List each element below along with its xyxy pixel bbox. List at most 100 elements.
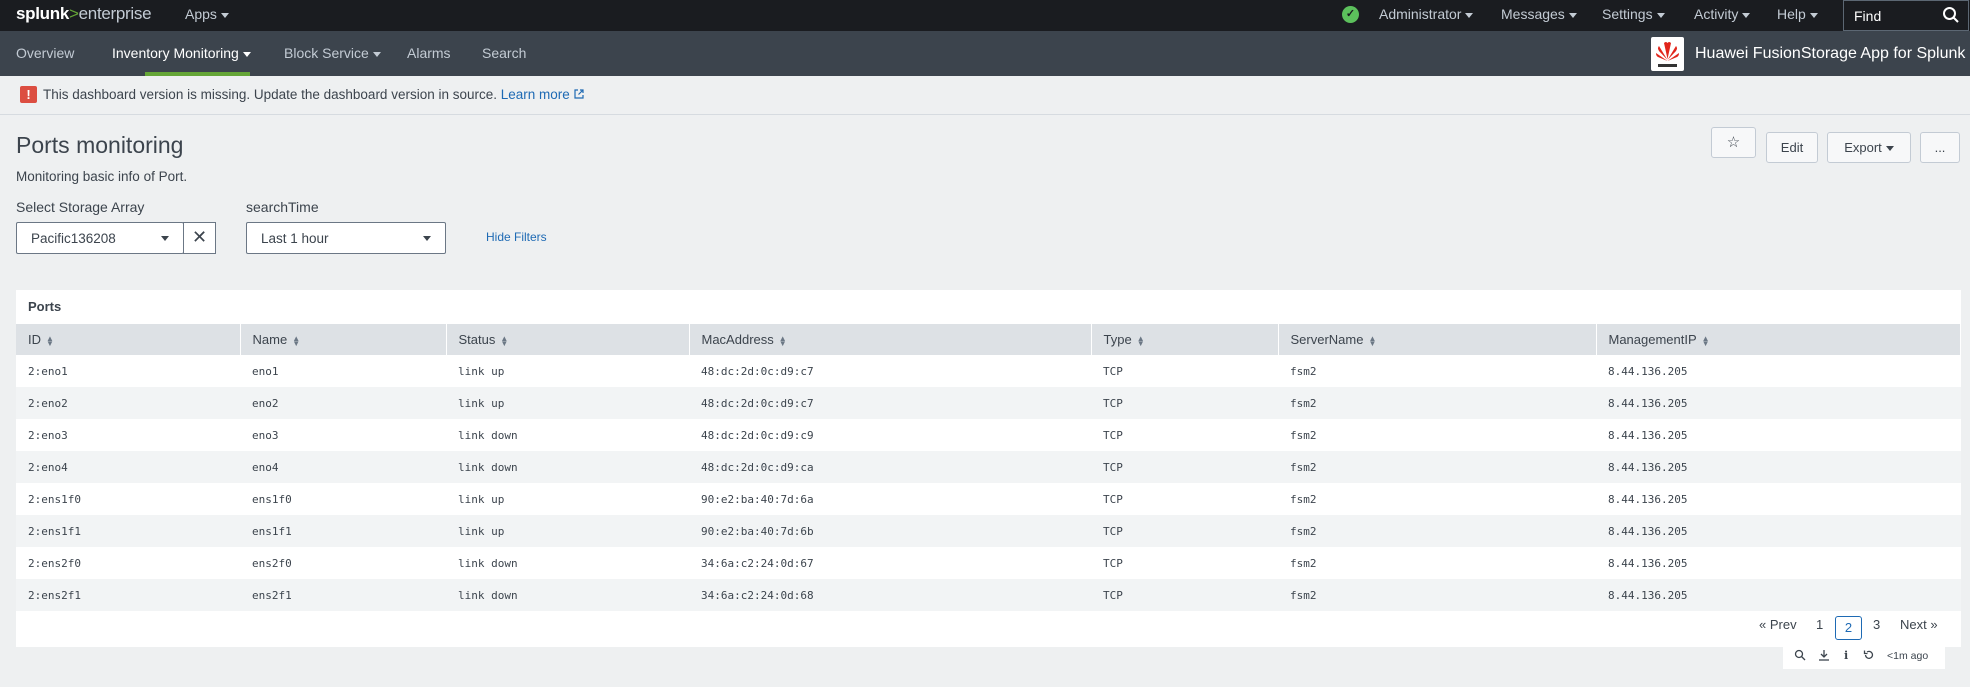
menu-administrator[interactable]: Administrator [1379,6,1474,22]
table-cell: 8.44.136.205 [1608,492,1688,506]
active-nav-indicator [145,72,250,76]
pagination-prev[interactable]: « Prev [1759,617,1797,632]
sort-icon: ▲ ▼ [1701,333,1710,348]
table-row[interactable]: 2:eno3 eno3 link down 48:dc:2d:0c:d9:c9 TCP f… [16,419,1961,451]
table-row[interactable]: 2:ens2f1 ens2f1 link down 34:6a:c2:24:0d:68… [16,579,1961,611]
table-row[interactable]: 2:ens1f1 ens1f1 link up 90:e2:ba:40:7d:6b TC… [16,515,1961,547]
table-cell: link up [446,515,689,547]
table-cell: TCP [1091,579,1278,611]
refresh-icon[interactable] [1863,649,1875,661]
search-time-label: searchTime [246,199,319,215]
chevron-down-icon [220,12,229,18]
apps-menu-label: Apps [185,6,217,22]
table-cell: link down [446,451,689,483]
menu-activity[interactable]: Activity [1694,6,1751,22]
column-label: Name [252,332,288,347]
chevron-down-icon [372,51,381,57]
chevron-down-icon [1742,12,1751,18]
menu-administrator-label: Administrator [1379,6,1462,22]
table-cell: TCP [1103,364,1123,378]
sort-icon: ▲ ▼ [46,333,54,348]
table-cell: fsm2 [1278,579,1596,611]
nav-inventory-monitoring[interactable]: Inventory Monitoring [112,45,251,61]
table-cell: 90:e2:ba:40:7d:6b [689,515,1091,547]
column-label: ID [28,332,41,347]
table-cell: 2:ens2f1 [16,579,240,611]
find-input[interactable]: Find [1843,0,1969,31]
table-row[interactable]: 2:ens2f0 ens2f0 link down 34:6a:c2:24:0d:67… [16,547,1961,579]
edit-button[interactable]: Edit [1766,132,1818,163]
menu-help[interactable]: Help [1777,6,1818,22]
menu-settings[interactable]: Settings [1602,6,1665,22]
column-header-name[interactable]: Name ▲ ▼ [240,324,447,355]
table-cell: 2:ens1f1 [16,515,240,547]
chevron-down-icon [423,236,431,241]
brand-chevron: > [69,4,79,23]
column-header-status[interactable]: Status ▲ ▼ [446,324,690,355]
divider [0,114,1970,115]
sort-icon: ▲ ▼ [1368,333,1377,348]
clear-selection-button[interactable]: ✕ [183,222,216,254]
more-actions-button[interactable]: ... [1920,132,1960,163]
column-header-type[interactable]: Type ▲ ▼ [1091,324,1279,355]
table-cell: 2:eno1 [28,364,68,378]
nav-overview[interactable]: Overview [16,45,74,61]
learn-more-label: Learn more [500,87,570,102]
export-icon[interactable] [1818,649,1830,661]
menu-settings-label: Settings [1602,6,1653,22]
nav-overview-label: Overview [16,45,75,61]
ports-panel: Ports ID ▲ ▼ Name ▲ ▼ Status ▲ ▼ MacAddress ▲ ▼ … [16,290,1961,647]
info-icon[interactable]: i [1844,649,1848,662]
hide-filters-link[interactable]: Hide Filters [486,230,547,244]
pagination-page-1[interactable]: 1 [1816,617,1823,632]
dashboard-version-warning: This dashboard version is missing. Updat… [43,87,584,102]
top-navigation-bar: splunk>enterprise Apps ✓ Administrator M… [0,0,1970,31]
panel-title: Ports [28,299,62,314]
chevron-down-icon [1465,12,1474,18]
nav-block-service-label: Block Service [284,45,369,61]
menu-messages[interactable]: Messages [1501,6,1577,22]
table-cell: fsm2 [1290,364,1317,378]
table-row[interactable]: 2:eno2 eno2 link up 48:dc:2d:0c:d9:c7 TCP fsm… [16,387,1961,419]
table-cell: ens2f1 [240,579,446,611]
column-header-servername[interactable]: ServerName ▲ ▼ [1278,324,1597,355]
nav-block-service[interactable]: Block Service [284,45,381,61]
open-in-search-icon[interactable] [1794,649,1806,661]
export-button[interactable]: Export [1827,132,1911,163]
search-icon[interactable] [1942,6,1960,24]
favorite-button[interactable]: ☆ [1711,127,1756,158]
table-cell: link down [458,556,518,570]
learn-more-link[interactable]: Learn more [501,87,584,102]
health-status-icon[interactable]: ✓ [1342,6,1359,23]
column-header-macaddress[interactable]: MacAddress ▲ ▼ [689,324,1092,355]
table-cell: 48:dc:2d:0c:d9:c9 [701,428,814,442]
column-label: ServerName [1290,332,1364,347]
column-label: ManagementIP [1608,332,1697,347]
search-time-select[interactable]: Last 1 hour [246,222,446,254]
menu-messages-label: Messages [1501,6,1565,22]
nav-search[interactable]: Search [482,45,526,61]
table-row[interactable]: 2:ens1f0 ens1f0 link up 90:e2:ba:40:7d:6a TC… [16,483,1961,515]
table-cell: TCP [1091,451,1278,483]
edit-button-label: Edit [1780,140,1804,155]
column-header-managementip[interactable]: ManagementIP ▲ ▼ [1596,324,1961,355]
apps-menu[interactable]: Apps [185,6,229,22]
table-cell: 2:eno4 [16,451,240,483]
column-header-id[interactable]: ID ▲ ▼ [16,324,241,355]
table-cell: 48:dc:2d:0c:d9:ca [689,451,1091,483]
pagination-page-3[interactable]: 3 [1873,617,1880,632]
splunk-logo[interactable]: splunk>enterprise [16,4,152,24]
table-row[interactable]: 2:eno1 eno1 link up 48:dc:2d:0c:d9:c7 TCP fsm… [16,355,1961,387]
sort-icon: ▲ ▼ [1136,333,1145,348]
storage-array-select[interactable]: Pacific136208 [16,222,184,254]
table-row[interactable]: 2:eno4 eno4 link down 48:dc:2d:0c:d9:ca TCP f… [16,451,1961,483]
table-cell: TCP [1103,556,1123,570]
table-header-row: ID ▲ ▼ Name ▲ ▼ Status ▲ ▼ MacAddress ▲ ▼ Type ▲ ▼… [16,324,1961,355]
nav-alarms[interactable]: Alarms [407,45,451,61]
table-cell: link down [458,428,518,442]
table-cell: eno3 [252,428,279,442]
pagination-next[interactable]: Next » [1900,617,1938,632]
pagination-page-2-current[interactable]: 2 [1835,616,1862,640]
table-cell: 8.44.136.205 [1596,451,1961,483]
storage-array-value: Pacific136208 [31,231,116,246]
